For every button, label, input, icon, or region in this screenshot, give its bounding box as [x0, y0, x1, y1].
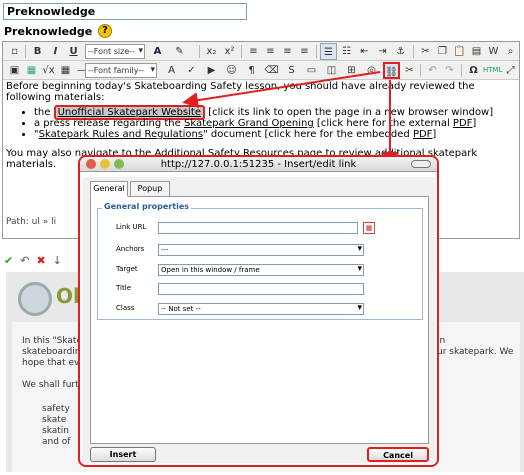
fieldset-legend: General properties	[102, 202, 192, 211]
dialog-titlebar[interactable]: http://127.0.0.1:51235 - Insert/edit lin…	[80, 157, 437, 172]
title-input[interactable]	[158, 283, 364, 295]
save-icon[interactable]: ▣	[6, 62, 23, 79]
class-label: Class	[116, 304, 135, 312]
dialog-body: General Popup General properties Link UR…	[82, 177, 435, 463]
bullet-list-icon[interactable]: ☰	[320, 43, 337, 60]
paste-word-icon[interactable]: W	[485, 43, 502, 60]
link-url-label: Link URL	[116, 223, 147, 231]
undo-icon[interactable]: ↶	[424, 62, 441, 79]
title-label: Title	[116, 284, 132, 292]
tab-popup[interactable]: Popup	[130, 181, 170, 197]
materials-list: the Unofficial Skatepark Website [click …	[34, 105, 518, 140]
general-panel: General properties Link URL ▦ Anchors --…	[90, 196, 429, 444]
revert-icon[interactable]: ↶	[20, 254, 29, 267]
editor-toolbar-row1: ▫ B I U --Font size-- A ✎ x₂ x² ≡ ≡ ≡ ≡ …	[3, 42, 519, 61]
special-char-icon[interactable]: ¶	[243, 62, 260, 79]
anchors-select[interactable]: ---	[158, 244, 364, 256]
superscript-button[interactable]: x²	[221, 43, 238, 60]
pdf-link[interactable]: PDF	[413, 129, 432, 140]
align-center-icon[interactable]: ≡	[262, 43, 279, 60]
paste-icon[interactable]: 📋	[451, 43, 468, 60]
link-url-input[interactable]	[158, 222, 358, 234]
help-icon[interactable]: ?	[98, 24, 112, 38]
list-item: "Skatepark Rules and Regulations" docume…	[34, 129, 518, 140]
editor-path: Path: ul » li	[6, 217, 57, 227]
align-justify-icon[interactable]: ≡	[296, 43, 313, 60]
dialog-title: http://127.0.0.1:51235 - Insert/edit lin…	[160, 159, 357, 170]
table-icon[interactable]: ▦	[57, 62, 74, 79]
image-icon[interactable]: ▦	[23, 62, 40, 79]
action-icons: ✔ ↶ ✖ ↓	[4, 254, 69, 267]
section-label: Preknowledge	[4, 25, 93, 38]
cancel-button[interactable]: Cancel	[367, 447, 429, 462]
underline-button[interactable]: U	[65, 43, 82, 60]
target-select[interactable]: Open in this window / frame	[158, 264, 364, 276]
math-icon[interactable]: √x	[40, 62, 57, 79]
rules-link[interactable]: Skatepark Rules and Regulations	[39, 129, 203, 140]
text-color-icon[interactable]: A	[149, 43, 166, 60]
general-properties-fieldset: General properties Link URL ▦ Anchors --…	[97, 202, 423, 320]
underline-color-icon[interactable]: A	[163, 62, 180, 79]
copy-icon[interactable]: ❐	[434, 43, 451, 60]
anchors-label: Anchors	[116, 245, 145, 253]
visual-aid-icon[interactable]: ⊞	[343, 62, 360, 79]
tab-general[interactable]: General	[90, 181, 128, 197]
zoom-window-icon[interactable]	[114, 159, 124, 169]
browse-icon[interactable]: ▦	[363, 222, 375, 234]
down-arrow-icon[interactable]: ↓	[53, 254, 62, 267]
numbered-list-icon[interactable]: ☷	[338, 43, 355, 60]
class-select[interactable]: -- Not set --	[158, 303, 364, 315]
list-item: the Unofficial Skatepark Website [click …	[34, 105, 518, 120]
anchor-icon[interactable]: ⚓	[392, 43, 409, 60]
preview-icon[interactable]: ◎	[363, 62, 380, 79]
omega-icon[interactable]: Ω	[465, 62, 482, 79]
new-document-icon[interactable]: ▫	[6, 43, 23, 60]
italic-button[interactable]: I	[47, 43, 64, 60]
block-icon[interactable]: ▭	[303, 62, 320, 79]
intro-text: Before beginning today's Skateboarding S…	[6, 81, 475, 103]
delete-icon[interactable]: ✖	[36, 254, 45, 267]
objectives-logo-icon	[18, 282, 52, 316]
media-icon[interactable]: ▶	[203, 62, 220, 79]
cut-icon[interactable]: ✂	[417, 43, 434, 60]
find-icon[interactable]: ⌕	[502, 43, 519, 60]
indent-icon[interactable]: ⇥	[374, 43, 391, 60]
bold-button[interactable]: B	[29, 43, 46, 60]
layer-icon[interactable]: ◫	[323, 62, 340, 79]
redo-icon[interactable]: ↷	[441, 62, 458, 79]
align-left-icon[interactable]: ≡	[245, 43, 262, 60]
toolbar-toggle-icon[interactable]	[411, 160, 431, 168]
title-input[interactable]: Preknowledge	[3, 3, 247, 20]
unlink-icon[interactable]: ✂	[401, 62, 418, 79]
insert-link-dialog: http://127.0.0.1:51235 - Insert/edit lin…	[78, 155, 439, 467]
fullscreen-icon[interactable]: ⤢	[502, 62, 519, 79]
pdf-link[interactable]: PDF	[453, 118, 472, 129]
font-family-select[interactable]: --Font family--	[85, 63, 157, 78]
target-label: Target	[116, 265, 138, 273]
insert-button[interactable]: Insert	[90, 447, 156, 462]
html-source-button[interactable]: HTML	[483, 62, 502, 79]
outdent-icon[interactable]: ⇤	[356, 43, 373, 60]
close-window-icon[interactable]	[86, 159, 96, 169]
paste-text-icon[interactable]: ▤	[468, 43, 485, 60]
grand-opening-link[interactable]: Skatepark Grand Opening	[184, 118, 314, 129]
highlight-icon[interactable]: ✎	[171, 43, 188, 60]
subscript-button[interactable]: x₂	[203, 43, 220, 60]
check-icon[interactable]: ✔	[4, 254, 13, 267]
strike-icon[interactable]: S	[283, 62, 300, 79]
minimize-window-icon[interactable]	[100, 159, 110, 169]
emoticon-icon[interactable]: ☺	[223, 62, 240, 79]
editor-toolbar-row2: ▣ ▦ √x ▦ ― --Font family-- A ✓ ▶ ☺ ¶ ⌫ S…	[3, 61, 519, 80]
link-icon[interactable]: ⛓	[383, 62, 400, 79]
clear-format-icon[interactable]: ⌫	[263, 62, 280, 79]
align-right-icon[interactable]: ≡	[279, 43, 296, 60]
spellcheck-icon[interactable]: ✓	[183, 62, 200, 79]
font-size-select[interactable]: --Font size--	[85, 44, 145, 59]
list-item: a press release regarding the Skatepark …	[34, 118, 518, 129]
